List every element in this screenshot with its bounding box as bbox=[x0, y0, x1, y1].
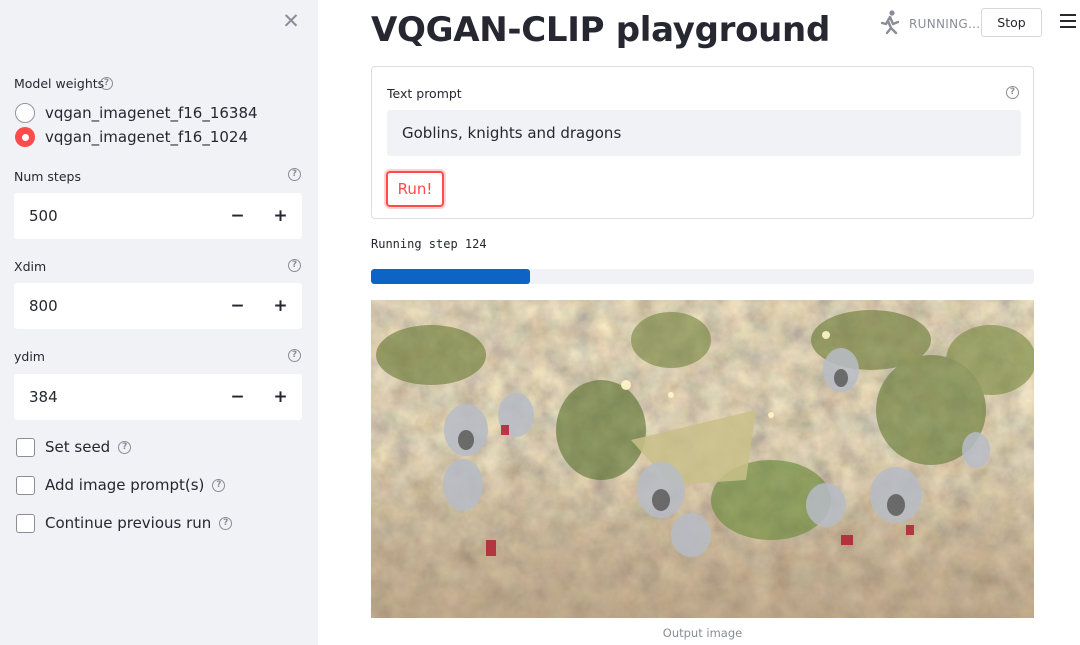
help-icon[interactable]: ? bbox=[100, 77, 113, 90]
add-image-prompt-checkbox[interactable] bbox=[16, 475, 35, 495]
continue-run-checkbox[interactable] bbox=[16, 513, 35, 533]
radio-unchecked-icon[interactable] bbox=[15, 103, 35, 123]
num-steps-input[interactable]: 500 − + bbox=[14, 193, 302, 239]
increment-button[interactable]: + bbox=[259, 193, 302, 239]
radio-label: vqgan_imagenet_f16_16384 bbox=[45, 104, 258, 122]
add-image-prompt-checkbox-row[interactable]: Add image prompt(s) ? bbox=[16, 475, 226, 495]
radio-label: vqgan_imagenet_f16_1024 bbox=[45, 128, 248, 146]
radio-option-16384[interactable]: vqgan_imagenet_f16_16384 bbox=[15, 102, 258, 124]
ydim-label: ydim bbox=[14, 349, 45, 364]
help-icon[interactable]: ? bbox=[118, 440, 132, 454]
continue-run-label: Continue previous run bbox=[45, 514, 212, 532]
sidebar: ✕ Model weights ? vqgan_imagenet_f16_163… bbox=[0, 0, 318, 645]
running-status-text: RUNNING... bbox=[909, 17, 981, 31]
model-weights-label: Model weights bbox=[14, 76, 105, 91]
text-prompt-label: Text prompt bbox=[387, 86, 462, 101]
num-steps-label: Num steps bbox=[14, 169, 81, 184]
status-text: Running step 124 bbox=[371, 237, 487, 251]
hamburger-menu-icon[interactable] bbox=[1060, 14, 1076, 32]
help-icon[interactable]: ? bbox=[288, 349, 301, 362]
decrement-button[interactable]: − bbox=[216, 283, 259, 329]
xdim-label: Xdim bbox=[14, 259, 47, 274]
output-image bbox=[371, 300, 1034, 618]
text-prompt-input[interactable]: Goblins, knights and dragons bbox=[387, 110, 1021, 156]
increment-button[interactable]: + bbox=[259, 283, 302, 329]
running-man-icon bbox=[880, 10, 900, 35]
ydim-input[interactable]: 384 − + bbox=[14, 374, 302, 420]
close-sidebar-icon[interactable]: ✕ bbox=[281, 10, 301, 32]
continue-run-checkbox-row[interactable]: Continue previous run ? bbox=[16, 513, 233, 533]
page-title: VQGAN-CLIP playground bbox=[371, 10, 830, 50]
decrement-button[interactable]: − bbox=[216, 374, 259, 420]
add-image-prompt-label: Add image prompt(s) bbox=[45, 476, 205, 494]
run-button[interactable]: Run! bbox=[386, 171, 444, 207]
radio-option-1024[interactable]: vqgan_imagenet_f16_1024 bbox=[15, 126, 248, 148]
stop-button[interactable]: Stop bbox=[981, 8, 1042, 37]
progress-bar bbox=[371, 269, 1034, 284]
help-icon[interactable]: ? bbox=[212, 478, 226, 492]
set-seed-label: Set seed bbox=[45, 438, 111, 456]
ydim-value[interactable]: 384 bbox=[14, 388, 216, 406]
progress-fill bbox=[371, 269, 531, 284]
help-icon[interactable]: ? bbox=[288, 168, 301, 181]
help-icon[interactable]: ? bbox=[219, 516, 233, 530]
decrement-button[interactable]: − bbox=[216, 193, 259, 239]
set-seed-checkbox[interactable] bbox=[16, 437, 35, 457]
xdim-input[interactable]: 800 − + bbox=[14, 283, 302, 329]
prompt-form: Text prompt ? Goblins, knights and drago… bbox=[371, 66, 1034, 219]
help-icon[interactable]: ? bbox=[288, 259, 301, 272]
radio-checked-icon[interactable] bbox=[15, 127, 35, 147]
increment-button[interactable]: + bbox=[259, 374, 302, 420]
output-image-caption: Output image bbox=[662, 626, 743, 640]
help-icon[interactable]: ? bbox=[1006, 86, 1019, 99]
num-steps-value[interactable]: 500 bbox=[14, 207, 216, 225]
set-seed-checkbox-row[interactable]: Set seed ? bbox=[16, 437, 132, 457]
xdim-value[interactable]: 800 bbox=[14, 297, 216, 315]
